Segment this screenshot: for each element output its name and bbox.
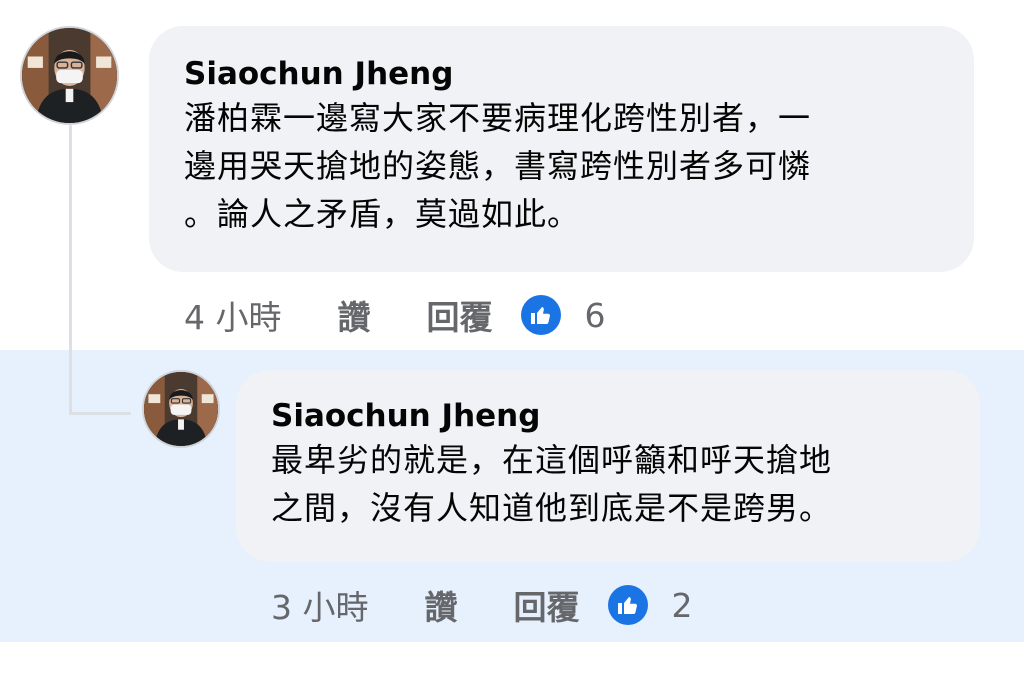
avatar[interactable]: [20, 26, 119, 125]
thumbs-up-icon[interactable]: [520, 295, 561, 335]
comment-text-line: 邊用哭天搶地的姿態，書寫跨性別者多可憐: [184, 147, 812, 185]
reply-reaction-count[interactable]: 2: [672, 586, 693, 625]
reply-avatar[interactable]: [142, 370, 220, 448]
comment-actions: 4 小時 讚 回覆 6: [184, 293, 606, 337]
reply-text: 最卑劣的就是，在這個呼籲和呼天搶地 之間，沒有人知道他到底是不是跨男。: [271, 436, 980, 532]
reply-text-line: 最卑劣的就是，在這個呼籲和呼天搶地: [271, 441, 833, 479]
comment-author[interactable]: Siaochun Jheng: [184, 54, 974, 94]
comment-timestamp[interactable]: 4 小時: [184, 291, 282, 339]
like-button[interactable]: 讚: [338, 291, 371, 339]
reply-actions: 3 小時 讚 回覆 2: [271, 583, 693, 627]
reaction-count[interactable]: 6: [585, 296, 606, 335]
thumbs-up-icon[interactable]: [607, 585, 648, 625]
comment-text-line: 潘柏霖一邊寫大家不要病理化跨性別者，一: [184, 99, 812, 137]
comment-text: 潘柏霖一邊寫大家不要病理化跨性別者，一 邊用哭天搶地的姿態，書寫跨性別者多可憐 …: [184, 94, 974, 238]
profile-photo-icon: [22, 28, 117, 123]
comment-text-line: 。論人之矛盾，莫過如此。: [184, 195, 581, 233]
reply-button[interactable]: 回覆: [427, 291, 493, 339]
reply-bubble: Siaochun Jheng 最卑劣的就是，在這個呼籲和呼天搶地 之間，沒有人知…: [236, 370, 980, 562]
reply-text-line: 之間，沒有人知道他到底是不是跨男。: [271, 489, 833, 527]
thread-connector-line: [69, 125, 72, 415]
comment-bubble: Siaochun Jheng 潘柏霖一邊寫大家不要病理化跨性別者，一 邊用哭天搶…: [149, 26, 974, 272]
profile-photo-icon: [144, 372, 218, 446]
reply-reply-button[interactable]: 回覆: [514, 581, 580, 629]
reply-timestamp[interactable]: 3 小時: [271, 581, 369, 629]
reply-author[interactable]: Siaochun Jheng: [271, 396, 980, 436]
thread-connector-elbow: [69, 412, 131, 415]
reply-like-button[interactable]: 讚: [425, 581, 458, 629]
